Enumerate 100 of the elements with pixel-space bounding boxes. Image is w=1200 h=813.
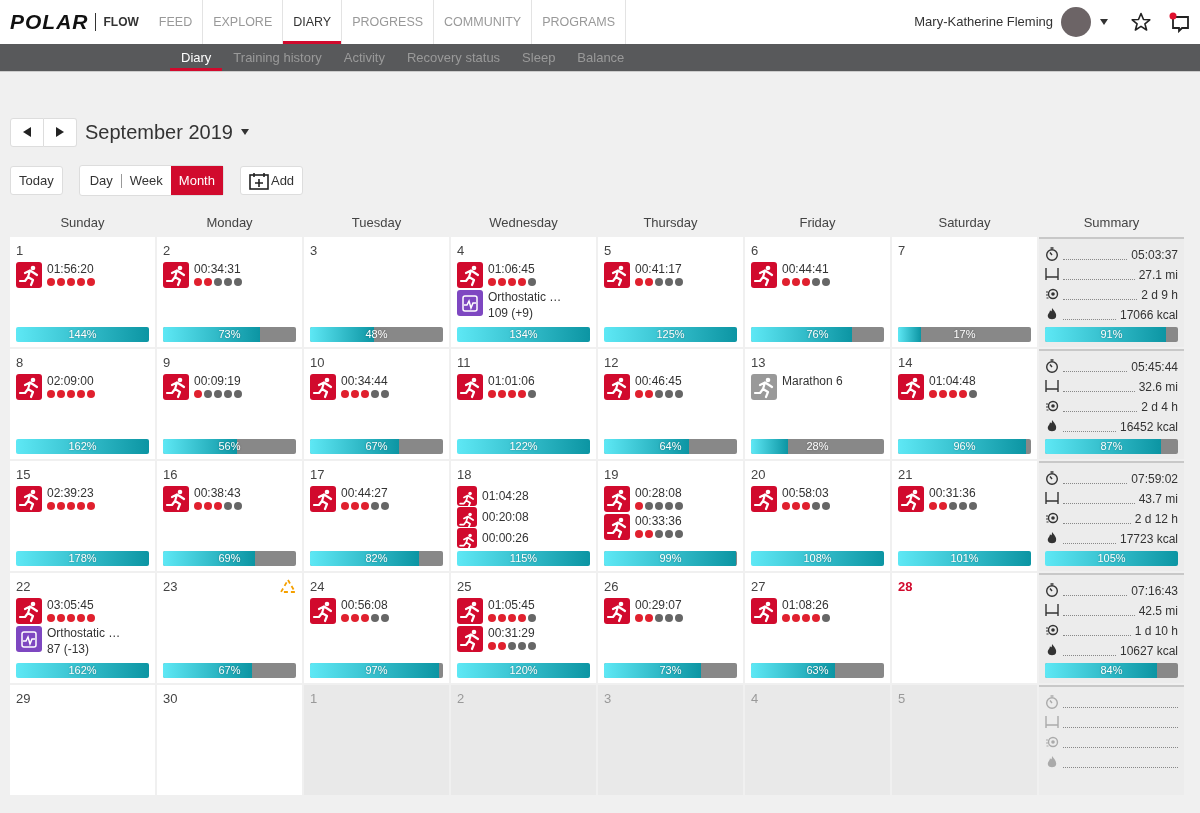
day-number: 3 (310, 243, 318, 259)
activity-bar: 76% (751, 327, 884, 342)
stopwatch-icon (1045, 471, 1059, 485)
load-dot (371, 502, 379, 510)
summary-value: 2 d 9 h (1141, 287, 1178, 304)
day-cell[interactable]: 6 00:44:41 76% (745, 237, 890, 347)
day-cell[interactable]: 8 02:09:00 162% (10, 349, 155, 459)
running-icon[interactable] (16, 374, 42, 400)
running-icon[interactable] (310, 598, 336, 624)
day-cell[interactable]: 5 00:41:17 125% (598, 237, 743, 347)
running-icon[interactable] (751, 486, 777, 512)
load-dot (655, 390, 663, 398)
day-cell[interactable]: 19 00:28:08 00:33:36 99% (598, 461, 743, 571)
load-dot (929, 502, 937, 510)
day-number: 26 (604, 579, 619, 595)
load-dot (77, 614, 85, 622)
day-cell[interactable]: 13 Marathon 6 28% (745, 349, 890, 459)
today-button[interactable]: Today (10, 166, 63, 195)
running-icon[interactable] (604, 374, 630, 400)
heart-test-icon[interactable] (457, 290, 483, 316)
running-icon[interactable] (457, 507, 477, 527)
day-cell[interactable]: 10 00:34:44 67% (304, 349, 449, 459)
running-icon[interactable] (310, 486, 336, 512)
day-cell[interactable]: 20 00:58:03 108% (745, 461, 890, 571)
running-icon[interactable] (604, 514, 630, 540)
running-icon[interactable] (163, 262, 189, 288)
day-cell[interactable]: 14 01:04:48 96% (892, 349, 1037, 459)
day-cell[interactable]: 25 01:05:45 00:31:29 120% (451, 573, 596, 683)
load-dot (929, 390, 937, 398)
day-cell[interactable]: 29 (10, 685, 155, 795)
activity-bar: 87% (1045, 439, 1178, 454)
avatar-photo[interactable] (1061, 7, 1091, 37)
running-icon[interactable] (604, 486, 630, 512)
running-icon[interactable] (457, 626, 483, 652)
add-button[interactable]: Add (239, 166, 304, 195)
day-cell[interactable]: 17 00:44:27 82% (304, 461, 449, 571)
summary-value: 07:59:02 (1131, 471, 1178, 488)
day-cell[interactable]: 26 00:29:07 73% (598, 573, 743, 683)
running-icon[interactable] (751, 262, 777, 288)
running-icon[interactable] (604, 262, 630, 288)
day-cell[interactable]: 16 00:38:43 69% (157, 461, 302, 571)
running-icon[interactable] (16, 486, 42, 512)
running-icon[interactable] (310, 374, 336, 400)
day-cell[interactable]: 2 00:34:31 73% (157, 237, 302, 347)
flame-icon (1045, 643, 1059, 657)
day-cell[interactable]: 18 01:04:28 00:20:08 00:00:26 115% (451, 461, 596, 571)
subnav-tab[interactable]: Diary (170, 44, 223, 71)
day-cell[interactable]: 11 01:01:06 122% (451, 349, 596, 459)
view-tab[interactable]: Month (170, 166, 223, 195)
user-name[interactable]: Mary-Katherine Fleming (914, 12, 1053, 32)
day-cell[interactable]: 21 00:31:36 101% (892, 461, 1037, 571)
load-dot (224, 390, 232, 398)
load-dot (635, 390, 643, 398)
running-icon[interactable] (898, 486, 924, 512)
day-cell[interactable]: 15 02:39:23 178% (10, 461, 155, 571)
running-icon[interactable] (16, 598, 42, 624)
running-icon[interactable] (163, 374, 189, 400)
previous-button[interactable] (10, 117, 44, 147)
activity-bar: 120% (457, 663, 590, 678)
summary-heading: Summary (1082, 214, 1141, 232)
nav-link[interactable]: DIARY (283, 0, 343, 44)
day-cell[interactable]: 24 00:56:08 97% (304, 573, 449, 683)
day-cell[interactable]: 23 67% (157, 573, 302, 683)
running-icon[interactable] (457, 262, 483, 288)
day-cell[interactable]: 27 01:08:26 63% (745, 573, 890, 683)
day-cell[interactable]: 22 03:05:45 Orthostatic … 87 (-13) 162% (10, 573, 155, 683)
day-cell[interactable]: 7 17% (892, 237, 1037, 347)
day-number: 18 (457, 467, 472, 483)
running-icon[interactable] (457, 486, 477, 506)
day-cell[interactable]: 28 (892, 573, 1037, 683)
running-icon[interactable] (751, 374, 777, 400)
month-title[interactable]: September 2019 (85, 117, 233, 147)
running-icon[interactable] (457, 598, 483, 624)
day-cell[interactable]: 9 00:09:19 56% (157, 349, 302, 459)
activity-bar: 105% (1045, 551, 1178, 566)
running-icon[interactable] (457, 374, 483, 400)
load-dot (655, 278, 663, 286)
day-cell[interactable]: 30 (157, 685, 302, 795)
day-cell[interactable]: 1 01:56:20 144% (10, 237, 155, 347)
day-cell[interactable]: 12 00:46:45 64% (598, 349, 743, 459)
load-dot (234, 502, 242, 510)
load-dot (518, 642, 526, 650)
running-icon[interactable] (604, 598, 630, 624)
running-icon[interactable] (751, 598, 777, 624)
summary-value: 42.5 mi (1138, 603, 1178, 620)
chat-icon[interactable] (1169, 11, 1190, 33)
load-dot (528, 614, 536, 622)
heart-test-icon[interactable] (16, 626, 42, 652)
load-dot (224, 502, 232, 510)
star-icon[interactable] (1131, 12, 1151, 32)
load-dot (47, 278, 55, 286)
day-cell[interactable]: 4 01:06:45 Orthostatic … 109 (+9) 134% (451, 237, 596, 347)
load-dot (67, 502, 75, 510)
running-icon[interactable] (163, 486, 189, 512)
day-number: 17 (310, 467, 325, 483)
next-button[interactable] (44, 117, 77, 147)
running-icon[interactable] (457, 528, 477, 548)
logo[interactable]: POLAR (10, 6, 89, 38)
running-icon[interactable] (898, 374, 924, 400)
running-icon[interactable] (16, 262, 42, 288)
